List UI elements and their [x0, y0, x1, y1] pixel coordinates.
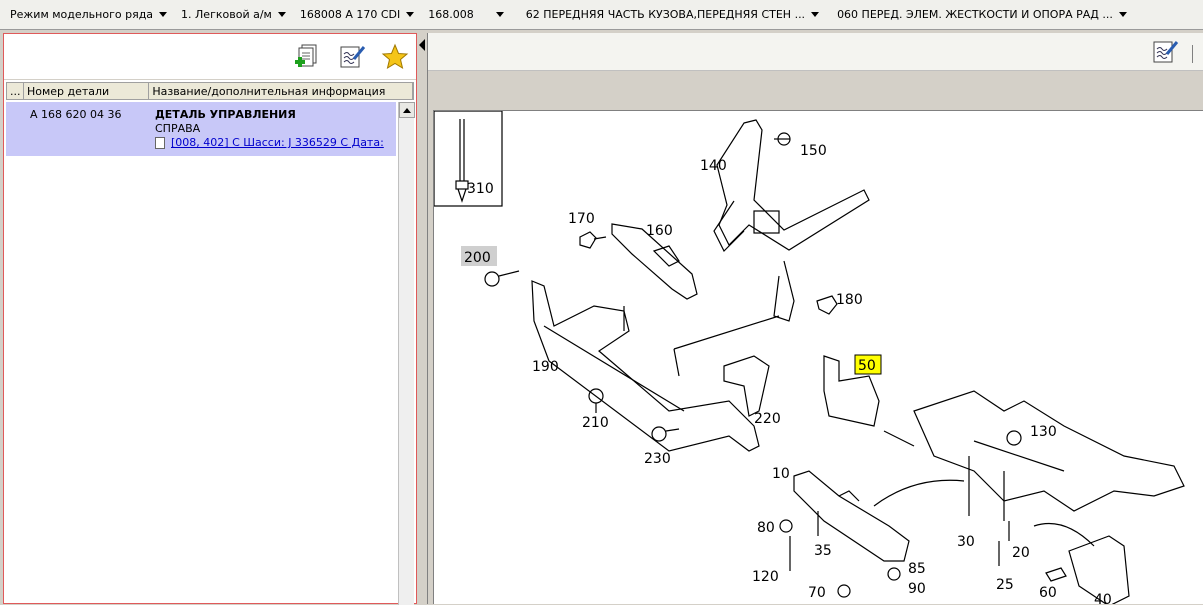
add-to-list-button[interactable]	[292, 42, 322, 72]
table-row[interactable]: A 168 620 04 36 ДЕТАЛЬ УПРАВЛЕНИЯ СПРАВА…	[6, 102, 396, 156]
callout-140[interactable]: 140	[700, 158, 727, 174]
callout-50[interactable]: 50	[858, 358, 876, 374]
document-icon	[155, 137, 165, 149]
callout-190[interactable]: 190	[532, 359, 559, 375]
drawing-panel: 310 150 140 170 160 200 180 190 50 210 2…	[427, 33, 1203, 604]
callout-80[interactable]: 80	[757, 520, 775, 536]
breadcrumb: Режим модельного ряда 1. Легковой а/м 16…	[0, 0, 1203, 30]
edit-notes-icon	[340, 46, 366, 68]
callout-10[interactable]: 10	[772, 466, 790, 482]
row-selector[interactable]	[6, 102, 23, 156]
drawing-toolbar	[428, 33, 1203, 71]
exploded-view-drawing: 310 150 140 170 160 200 180 190 50 210 2…	[434, 111, 1185, 604]
callout-170[interactable]: 170	[568, 211, 595, 227]
breadcrumb-group[interactable]: 62 ПЕРЕДНЯЯ ЧАСТЬ КУЗОВА,ПЕРЕДНЯЯ СТЕН .…	[525, 8, 820, 21]
parts-list-panel: ... Номер детали Название/дополнительная…	[3, 33, 417, 605]
breadcrumb-label: 168.008	[428, 8, 474, 21]
callout-200[interactable]: 200	[464, 250, 491, 266]
parts-toolbar	[4, 34, 416, 80]
toolbar-separator	[1192, 45, 1194, 63]
callout-310[interactable]: 310	[467, 181, 494, 197]
drawing-edit-notes-button[interactable]	[1150, 37, 1180, 67]
callout-25[interactable]: 25	[996, 577, 1014, 593]
callout-90[interactable]: 90	[908, 581, 926, 597]
part-number: A 168 620 04 36	[30, 108, 122, 121]
parts-table: ... Номер детали Название/дополнительная…	[6, 82, 414, 100]
arrow-up-icon	[403, 107, 411, 113]
column-header-part-number[interactable]: Номер детали	[24, 83, 150, 99]
chevron-down-icon[interactable]	[495, 12, 504, 17]
collapse-left-icon[interactable]	[419, 39, 425, 51]
part-name: ДЕТАЛЬ УПРАВЛЕНИЯ	[155, 108, 296, 121]
parts-table-scrollbar[interactable]	[398, 102, 415, 605]
chevron-down-icon[interactable]	[159, 12, 168, 17]
callout-150[interactable]: 150	[800, 143, 827, 159]
callout-210[interactable]: 210	[582, 415, 609, 431]
callout-35[interactable]: 35	[814, 543, 832, 559]
parts-diagram[interactable]: 310 150 140 170 160 200 180 190 50 210 2…	[433, 110, 1203, 604]
callout-70[interactable]: 70	[808, 585, 826, 601]
scroll-up-button[interactable]	[399, 102, 415, 118]
breadcrumb-label: 62 ПЕРЕДНЯЯ ЧАСТЬ КУЗОВА,ПЕРЕДНЯЯ СТЕН .…	[525, 8, 806, 21]
callout-60[interactable]: 60	[1039, 585, 1057, 601]
table-header: ... Номер детали Название/дополнительная…	[6, 82, 414, 100]
breadcrumb-label: 1. Легковой а/м	[181, 8, 272, 21]
breadcrumb-label: Режим модельного ряда	[10, 8, 154, 21]
breadcrumb-label: 168008 A 170 CDI	[299, 8, 401, 21]
callout-40[interactable]: 40	[1094, 592, 1112, 604]
part-info-cell: ДЕТАЛЬ УПРАВЛЕНИЯ СПРАВА [008, 402] С Ша…	[149, 102, 396, 156]
part-side: СПРАВА	[155, 122, 201, 135]
favorite-star-icon	[381, 43, 409, 70]
callout-220[interactable]: 220	[754, 411, 781, 427]
breadcrumb-model-mode[interactable]: Режим модельного ряда	[10, 8, 168, 21]
callout-30[interactable]: 30	[957, 534, 975, 550]
callout-85[interactable]: 85	[908, 561, 926, 577]
breadcrumb-model[interactable]: 168008 A 170 CDI	[299, 8, 415, 21]
part-info-link-text[interactable]: [008, 402] С Шасси: J 336529 С Дата:	[171, 136, 384, 150]
edit-notes-icon	[1153, 41, 1179, 63]
chevron-down-icon[interactable]	[406, 12, 415, 17]
callout-160[interactable]: 160	[646, 223, 673, 239]
chevron-down-icon[interactable]	[277, 12, 286, 17]
chevron-down-icon[interactable]	[1118, 12, 1127, 17]
callout-180[interactable]: 180	[836, 292, 863, 308]
edit-notes-button[interactable]	[337, 42, 367, 72]
callout-230[interactable]: 230	[644, 451, 671, 467]
add-document-icon	[295, 44, 317, 67]
breadcrumb-subgroup[interactable]: 060 ПЕРЕД. ЭЛЕМ. ЖЕСТКОСТИ И ОПОРА РАД .…	[837, 8, 1127, 21]
breadcrumb-label: 060 ПЕРЕД. ЭЛЕМ. ЖЕСТКОСТИ И ОПОРА РАД .…	[837, 8, 1113, 21]
panel-splitter[interactable]	[417, 33, 427, 604]
favorite-button[interactable]	[380, 42, 410, 72]
callout-120[interactable]: 120	[752, 569, 779, 585]
breadcrumb-engine[interactable]: 168.008	[428, 8, 504, 21]
column-header-more[interactable]: ...	[7, 83, 24, 99]
chevron-down-icon[interactable]	[811, 12, 820, 17]
column-header-name-info[interactable]: Название/дополнительная информация	[149, 83, 414, 99]
callout-130[interactable]: 130	[1030, 424, 1057, 440]
breadcrumb-vehicle-type[interactable]: 1. Легковой а/м	[181, 8, 286, 21]
callout-20[interactable]: 20	[1012, 545, 1030, 561]
part-info-link[interactable]: [008, 402] С Шасси: J 336529 С Дата:	[155, 136, 396, 150]
